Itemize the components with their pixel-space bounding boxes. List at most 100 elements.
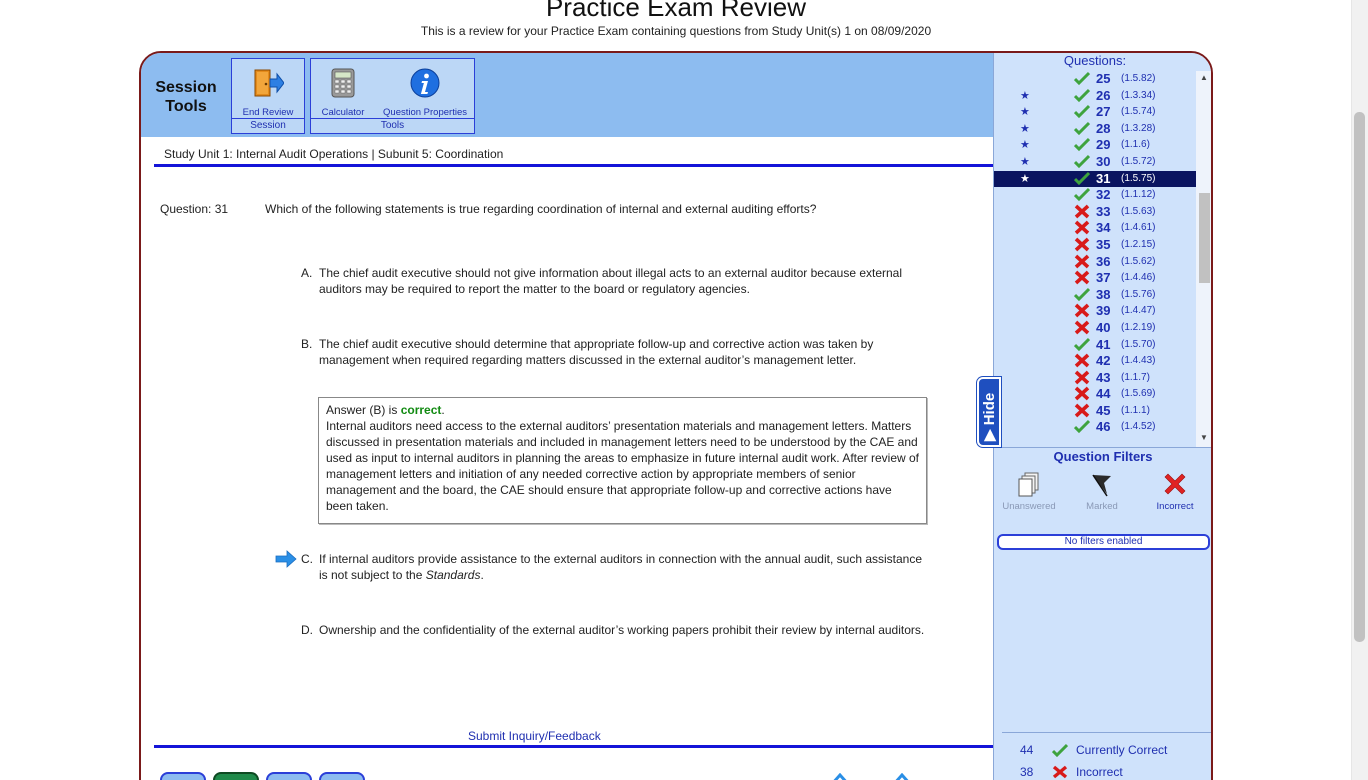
question-list-item[interactable]: ★ 30 (1.5.72) xyxy=(994,154,1196,171)
question-list-number: 27 xyxy=(1096,104,1111,120)
question-list-item[interactable]: 44 (1.5.69) xyxy=(994,386,1196,403)
incorrect-x-icon xyxy=(1074,237,1090,252)
choice-c[interactable]: C. If internal auditors provide assistan… xyxy=(301,551,931,583)
question-number: Question: 31 xyxy=(160,202,229,216)
submit-inquiry-link[interactable]: Submit Inquiry/Feedback xyxy=(468,729,601,743)
correct-check-icon xyxy=(1074,154,1090,169)
correct-check-icon xyxy=(1074,71,1090,86)
question-list-code: (1.1.12) xyxy=(1121,189,1156,201)
question-list-number: 35 xyxy=(1096,236,1111,252)
choice-c-text-italic: Standards xyxy=(425,568,481,582)
filter-marked-button[interactable]: Marked xyxy=(1067,469,1137,515)
correct-check-icon xyxy=(1052,743,1068,757)
correct-check-icon xyxy=(1074,188,1090,202)
question-list-number: 33 xyxy=(1096,203,1111,219)
incorrect-x-icon xyxy=(1164,473,1186,495)
question-list-number: 31 xyxy=(1096,170,1111,186)
incorrect-count: 38 xyxy=(1020,765,1034,779)
question-list-item[interactable]: ★ 29 (1.1.6) xyxy=(994,137,1196,154)
question-list-code: (1.2.19) xyxy=(1121,321,1156,333)
answer-verdict: Answer (B) is correct. xyxy=(326,402,919,418)
incorrect-x-icon xyxy=(1074,353,1090,368)
question-list-item[interactable]: 32 (1.1.12) xyxy=(994,187,1196,204)
unanswered-pages-icon xyxy=(1018,472,1039,497)
session-tools-title-line1: Session xyxy=(155,79,217,96)
question-list-item[interactable]: 43 (1.1.7) xyxy=(994,370,1196,387)
filter-unanswered-button[interactable]: Unanswered xyxy=(994,469,1064,515)
question-properties-button[interactable]: Question Properties xyxy=(377,63,473,121)
question-list-code: (1.1.1) xyxy=(1121,404,1150,416)
end-review-button[interactable]: End Review xyxy=(234,63,302,121)
question-list-number: 29 xyxy=(1096,137,1111,153)
nav-button-4[interactable] xyxy=(319,772,365,780)
choice-d-letter: D. xyxy=(301,623,313,637)
next-question-icon[interactable] xyxy=(893,773,911,780)
question-list-item[interactable]: 38 (1.5.76) xyxy=(994,287,1196,304)
choice-b[interactable]: B. The chief audit executive should dete… xyxy=(301,336,931,368)
nav-button-2[interactable] xyxy=(213,772,259,780)
nav-button-3[interactable] xyxy=(266,772,312,780)
scroll-up-arrow-icon[interactable]: ▲ xyxy=(1200,73,1208,82)
choice-a-letter: A. xyxy=(301,266,313,280)
info-icon xyxy=(410,68,440,98)
question-list-item[interactable]: ★ 26 (1.3.34) xyxy=(994,88,1196,105)
question-list-item[interactable]: 36 (1.5.62) xyxy=(994,254,1196,271)
page-title: Practice Exam Review xyxy=(545,0,807,22)
question-list-item[interactable]: 37 (1.4.46) xyxy=(994,270,1196,287)
hide-panel-label: ▶ Hide xyxy=(981,392,998,441)
answer-correct-word: correct xyxy=(400,403,442,417)
correct-check-icon xyxy=(1074,420,1090,434)
question-list-number: 26 xyxy=(1096,87,1111,103)
question-list-number: 30 xyxy=(1096,153,1111,169)
questions-list[interactable]: 25 (1.5.82) ★ 26 (1.3.34) ★ 27 (1.5.74) ★ 28 (1.3.… xyxy=(994,71,1196,447)
answer-suffix: . xyxy=(441,403,445,417)
questions-list-scroll-thumb[interactable] xyxy=(1199,193,1210,283)
question-list-item[interactable]: 25 (1.5.82) xyxy=(994,71,1196,88)
question-list-item[interactable]: ★ 27 (1.5.74) xyxy=(994,104,1196,121)
nav-button-1[interactable] xyxy=(160,772,206,780)
question-list-item[interactable]: 41 (1.5.70) xyxy=(994,337,1196,354)
question-list-item[interactable]: 45 (1.1.1) xyxy=(994,403,1196,420)
page-scroll-thumb[interactable] xyxy=(1354,112,1365,642)
tools-tool-group: Calculator Question Properties Tools xyxy=(310,58,475,134)
star-icon: ★ xyxy=(1020,172,1030,185)
question-stem: Which of the following statements is tru… xyxy=(265,202,817,216)
calculator-icon xyxy=(331,68,355,98)
question-list-number: 37 xyxy=(1096,270,1111,286)
scroll-down-arrow-icon[interactable]: ▼ xyxy=(1200,433,1208,442)
hide-panel-text: Hide xyxy=(981,392,998,426)
question-list-number: 39 xyxy=(1096,303,1111,319)
question-list-item[interactable]: 40 (1.2.19) xyxy=(994,320,1196,337)
question-list-item[interactable]: 34 (1.4.61) xyxy=(994,220,1196,237)
question-list-number: 28 xyxy=(1096,120,1111,136)
question-list-code: (1.4.47) xyxy=(1121,305,1156,317)
question-list-code: (1.5.74) xyxy=(1121,106,1156,118)
calculator-button[interactable]: Calculator xyxy=(313,63,373,121)
star-icon: ★ xyxy=(1020,155,1030,168)
question-list-item[interactable]: 33 (1.5.63) xyxy=(994,204,1196,221)
question-list-item[interactable]: 42 (1.4.43) xyxy=(994,353,1196,370)
previous-question-icon[interactable] xyxy=(831,773,849,780)
question-list-item[interactable]: 39 (1.4.47) xyxy=(994,303,1196,320)
correct-check-icon xyxy=(1074,88,1090,102)
choice-d[interactable]: D. Ownership and the confidentiality of … xyxy=(301,622,931,638)
question-list-code: (1.1.7) xyxy=(1121,371,1150,383)
correct-check-icon xyxy=(1074,337,1090,351)
question-list-item[interactable]: 46 (1.4.52) xyxy=(994,419,1196,436)
filter-incorrect-button[interactable]: Incorrect xyxy=(1140,469,1210,515)
question-list-code: (1.2.15) xyxy=(1121,238,1156,250)
filter-incorrect-label: Incorrect xyxy=(1156,501,1194,512)
question-list-item[interactable]: ★ 28 (1.3.28) xyxy=(994,121,1196,138)
question-list-item[interactable]: ★ 31 (1.5.75) xyxy=(994,170,1196,188)
filter-marked-label: Marked xyxy=(1086,501,1118,512)
choice-b-text: The chief audit executive should determi… xyxy=(319,337,874,367)
correct-check-icon xyxy=(1074,287,1090,301)
divider-bottom xyxy=(154,745,993,748)
incorrect-x-icon xyxy=(1074,221,1090,235)
question-list-item[interactable]: 35 (1.2.15) xyxy=(994,237,1196,254)
session-tools-title-line2: Tools xyxy=(165,98,207,115)
question-list-number: 42 xyxy=(1096,353,1111,369)
marked-flag-icon xyxy=(1092,474,1111,497)
choice-a[interactable]: A. The chief audit executive should not … xyxy=(301,265,931,297)
choice-a-text: The chief audit executive should not giv… xyxy=(319,266,903,296)
